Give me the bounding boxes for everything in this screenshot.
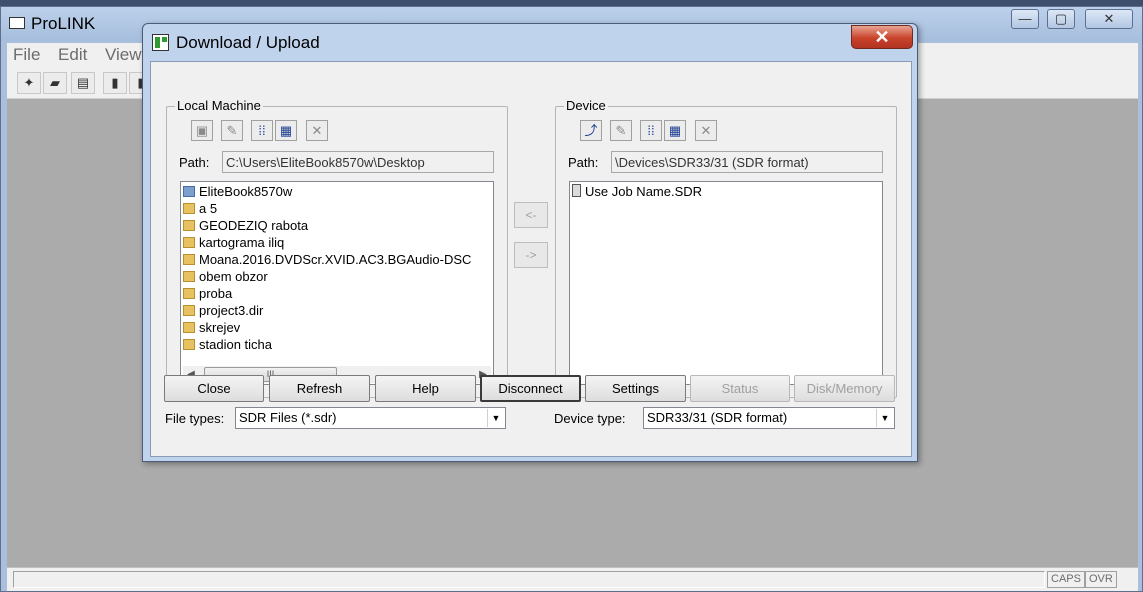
disk-memory-button[interactable]: Disk/Memory: [794, 375, 895, 402]
list-item[interactable]: stadion ticha: [183, 336, 272, 353]
dialog-close-button[interactable]: ✕: [851, 25, 913, 49]
ovr-indicator: OVR: [1085, 571, 1117, 588]
status-bar: CAPS OVR: [7, 567, 1138, 591]
file-types-value: SDR Files (*.sdr): [239, 410, 337, 425]
folder-icon: [183, 322, 195, 333]
status-message: [13, 571, 1045, 588]
disconnect-button[interactable]: Disconnect: [480, 375, 581, 402]
up-folder-icon[interactable]: ▣: [191, 120, 213, 141]
copy-to-local-button[interactable]: <-: [514, 202, 548, 228]
local-path-field: C:\Users\EliteBook8570w\Desktop: [222, 151, 494, 173]
folder-icon: [183, 305, 195, 316]
local-file-list[interactable]: EliteBook8570w a 5 GEODEZIQ rabota karto…: [180, 181, 494, 385]
new-folder-icon[interactable]: ✎: [610, 120, 632, 141]
device-type-label: Device type:: [554, 411, 626, 426]
list-view-icon[interactable]: ⁞⁞: [251, 120, 273, 141]
up-folder-icon[interactable]: ⤴: [580, 120, 602, 141]
folder-icon: [183, 254, 195, 265]
dialog-title: Download / Upload: [176, 33, 320, 52]
list-item[interactable]: EliteBook8570w: [183, 183, 292, 200]
copy-to-device-button[interactable]: ->: [514, 242, 548, 268]
file-icon: [572, 184, 581, 197]
device-type-value: SDR33/31 (SDR format): [647, 410, 788, 425]
print-icon[interactable]: ▤: [71, 72, 95, 94]
new-folder-icon[interactable]: ✎: [221, 120, 243, 141]
local-machine-group: Local Machine ▣ ✎ ⁞⁞ ▦ ✕ Path: C:\Users\…: [166, 98, 508, 398]
user-icon: [183, 186, 195, 197]
local-machine-label: Local Machine: [175, 98, 263, 113]
close-app-button[interactable]: ✕: [1085, 9, 1133, 29]
chevron-down-icon[interactable]: ▼: [876, 409, 893, 427]
maximize-button[interactable]: ▢: [1047, 9, 1075, 29]
app-icon: [9, 17, 25, 29]
list-view-icon[interactable]: ⁞⁞: [640, 120, 662, 141]
list-item[interactable]: GEODEZIQ rabota: [183, 217, 308, 234]
status-button[interactable]: Status: [690, 375, 790, 402]
folder-icon: [183, 288, 195, 299]
refresh-button[interactable]: Refresh: [269, 375, 370, 402]
details-view-icon[interactable]: ▦: [664, 120, 686, 141]
device-label: Device: [564, 98, 608, 113]
folder-icon: [183, 271, 195, 282]
chevron-down-icon[interactable]: ▼: [487, 409, 504, 427]
device-file-list[interactable]: Use Job Name.SDR: [569, 181, 883, 385]
list-item[interactable]: a 5: [183, 200, 217, 217]
download-upload-dialog: Download / Upload ✕ Local Machine ▣ ✎ ⁞⁞…: [142, 23, 918, 462]
device-type-select[interactable]: SDR33/31 (SDR format) ▼: [643, 407, 895, 429]
details-view-icon[interactable]: ▦: [275, 120, 297, 141]
list-item[interactable]: proba: [183, 285, 232, 302]
device-group: Device ⤴ ✎ ⁞⁞ ▦ ✕ Path: \Devices\SDR33/3…: [555, 98, 897, 398]
folder-icon: [183, 220, 195, 231]
menu-file[interactable]: File: [7, 43, 46, 67]
folder-icon: [183, 237, 195, 248]
open-folder-icon[interactable]: ▰: [43, 72, 67, 94]
file-types-label: File types:: [165, 411, 225, 426]
folder-icon: [183, 339, 195, 350]
list-item[interactable]: skrejev: [183, 319, 240, 336]
file-types-select[interactable]: SDR Files (*.sdr) ▼: [235, 407, 506, 429]
list-item[interactable]: project3.dir: [183, 302, 263, 319]
app-title: ProLINK: [31, 14, 96, 33]
local-path-label: Path:: [179, 155, 210, 170]
new-file-icon[interactable]: ✦: [17, 72, 41, 94]
settings-button[interactable]: Settings: [585, 375, 686, 402]
list-item[interactable]: Moana.2016.DVDScr.XVID.AC3.BGAudio-DSC: [183, 251, 471, 268]
folder-icon: [183, 203, 195, 214]
dialog-app-icon: [152, 34, 169, 51]
device-path-label: Path:: [568, 155, 599, 170]
caps-indicator: CAPS: [1047, 571, 1085, 588]
transfer-icon[interactable]: ▮: [103, 72, 127, 94]
list-item[interactable]: obem obzor: [183, 268, 268, 285]
menu-view[interactable]: View: [99, 43, 148, 67]
delete-icon[interactable]: ✕: [306, 120, 328, 141]
minimize-button[interactable]: —: [1011, 9, 1039, 29]
device-path-field: \Devices\SDR33/31 (SDR format): [611, 151, 883, 173]
help-button[interactable]: Help: [375, 375, 476, 402]
list-item[interactable]: kartograma iliq: [183, 234, 284, 251]
list-item[interactable]: Use Job Name.SDR: [572, 183, 702, 200]
menu-edit[interactable]: Edit: [52, 43, 93, 67]
close-button[interactable]: Close: [164, 375, 264, 402]
delete-icon[interactable]: ✕: [695, 120, 717, 141]
